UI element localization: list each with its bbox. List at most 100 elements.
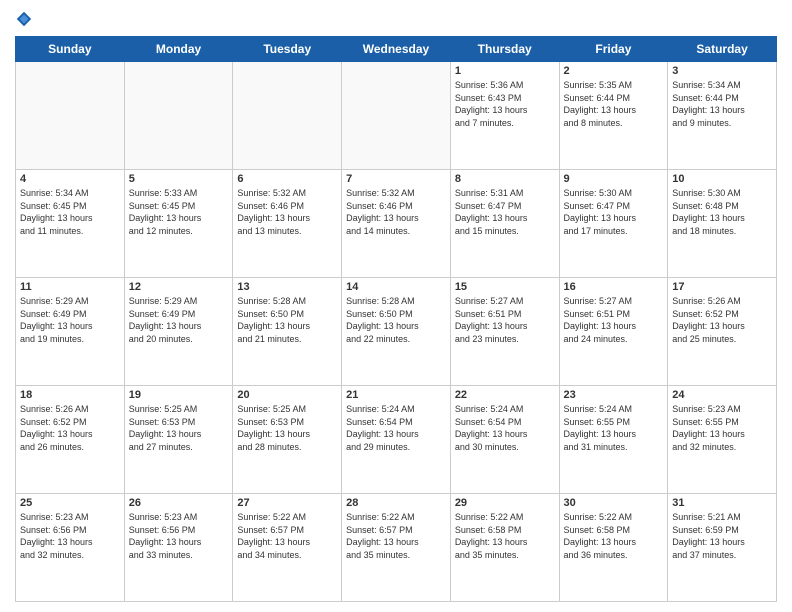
calendar-cell: 17 Sunrise: 5:26 AM Sunset: 6:52 PM Dayli… [668, 278, 777, 386]
weekday-header: Wednesday [342, 37, 451, 62]
calendar-cell: 13 Sunrise: 5:28 AM Sunset: 6:50 PM Dayli… [233, 278, 342, 386]
cell-info: Sunrise: 5:29 AM Sunset: 6:49 PM Dayligh… [129, 295, 229, 345]
day-number: 29 [455, 497, 555, 509]
calendar-cell: 28 Sunrise: 5:22 AM Sunset: 6:57 PM Dayli… [342, 494, 451, 602]
day-number: 22 [455, 389, 555, 401]
calendar-cell: 11Sunrise: 5:29 AM Sunset: 6:49 PM Dayli… [16, 278, 125, 386]
header [15, 10, 777, 28]
cell-info: Sunrise: 5:35 AM Sunset: 6:44 PM Dayligh… [564, 79, 664, 129]
cell-info: Sunrise: 5:22 AM Sunset: 6:58 PM Dayligh… [564, 511, 664, 561]
cell-info: Sunrise: 5:26 AM Sunset: 6:52 PM Dayligh… [672, 295, 772, 345]
page: SundayMondayTuesdayWednesdayThursdayFrid… [0, 0, 792, 612]
cell-info: Sunrise: 5:31 AM Sunset: 6:47 PM Dayligh… [455, 187, 555, 237]
day-number: 5 [129, 173, 229, 185]
day-number: 31 [672, 497, 772, 509]
cell-info: Sunrise: 5:23 AM Sunset: 6:56 PM Dayligh… [129, 511, 229, 561]
day-number: 26 [129, 497, 229, 509]
calendar-cell: 26 Sunrise: 5:23 AM Sunset: 6:56 PM Dayli… [124, 494, 233, 602]
calendar-cell: 10Sunrise: 5:30 AM Sunset: 6:48 PM Dayli… [668, 170, 777, 278]
calendar-cell: 14 Sunrise: 5:28 AM Sunset: 6:50 PM Dayli… [342, 278, 451, 386]
cell-info: Sunrise: 5:36 AM Sunset: 6:43 PM Dayligh… [455, 79, 555, 129]
calendar-cell [16, 62, 125, 170]
day-number: 16 [564, 281, 664, 293]
day-number: 10 [672, 173, 772, 185]
cell-info: Sunrise: 5:34 AM Sunset: 6:45 PM Dayligh… [20, 187, 120, 237]
cell-info: Sunrise: 5:28 AM Sunset: 6:50 PM Dayligh… [237, 295, 337, 345]
day-number: 18 [20, 389, 120, 401]
cell-info: Sunrise: 5:24 AM Sunset: 6:54 PM Dayligh… [455, 403, 555, 453]
day-number: 27 [237, 497, 337, 509]
day-number: 6 [237, 173, 337, 185]
weekday-header: Thursday [450, 37, 559, 62]
cell-info: Sunrise: 5:28 AM Sunset: 6:50 PM Dayligh… [346, 295, 446, 345]
calendar-cell: 18 Sunrise: 5:26 AM Sunset: 6:52 PM Dayli… [16, 386, 125, 494]
calendar-cell: 4 Sunrise: 5:34 AM Sunset: 6:45 PM Daylig… [16, 170, 125, 278]
calendar-cell [124, 62, 233, 170]
calendar-table: SundayMondayTuesdayWednesdayThursdayFrid… [15, 36, 777, 602]
calendar-cell [342, 62, 451, 170]
calendar-cell: 24 Sunrise: 5:23 AM Sunset: 6:55 PM Dayli… [668, 386, 777, 494]
day-number: 23 [564, 389, 664, 401]
calendar-cell: 25Sunrise: 5:23 AM Sunset: 6:56 PM Dayli… [16, 494, 125, 602]
calendar-cell: 8 Sunrise: 5:31 AM Sunset: 6:47 PM Daylig… [450, 170, 559, 278]
weekday-header: Sunday [16, 37, 125, 62]
logo-icon [15, 10, 33, 28]
calendar-cell: 19 Sunrise: 5:25 AM Sunset: 6:53 PM Dayli… [124, 386, 233, 494]
day-number: 21 [346, 389, 446, 401]
cell-info: Sunrise: 5:32 AM Sunset: 6:46 PM Dayligh… [237, 187, 337, 237]
calendar-cell: 2 Sunrise: 5:35 AM Sunset: 6:44 PM Daylig… [559, 62, 668, 170]
cell-info: Sunrise: 5:27 AM Sunset: 6:51 PM Dayligh… [564, 295, 664, 345]
calendar-cell: 15 Sunrise: 5:27 AM Sunset: 6:51 PM Dayli… [450, 278, 559, 386]
day-number: 2 [564, 65, 664, 77]
cell-info: Sunrise: 5:23 AM Sunset: 6:55 PM Dayligh… [672, 403, 772, 453]
weekday-header: Monday [124, 37, 233, 62]
weekday-header: Friday [559, 37, 668, 62]
day-number: 19 [129, 389, 229, 401]
calendar-cell: 29 Sunrise: 5:22 AM Sunset: 6:58 PM Dayli… [450, 494, 559, 602]
day-number: 28 [346, 497, 446, 509]
logo [15, 10, 37, 28]
calendar-cell: 16 Sunrise: 5:27 AM Sunset: 6:51 PM Dayli… [559, 278, 668, 386]
cell-info: Sunrise: 5:25 AM Sunset: 6:53 PM Dayligh… [129, 403, 229, 453]
weekday-header: Saturday [668, 37, 777, 62]
cell-info: Sunrise: 5:22 AM Sunset: 6:57 PM Dayligh… [346, 511, 446, 561]
day-number: 15 [455, 281, 555, 293]
cell-info: Sunrise: 5:25 AM Sunset: 6:53 PM Dayligh… [237, 403, 337, 453]
calendar-cell: 23 Sunrise: 5:24 AM Sunset: 6:55 PM Dayli… [559, 386, 668, 494]
day-number: 20 [237, 389, 337, 401]
day-number: 9 [564, 173, 664, 185]
calendar-cell: 20 Sunrise: 5:25 AM Sunset: 6:53 PM Dayli… [233, 386, 342, 494]
day-number: 8 [455, 173, 555, 185]
calendar-cell: 27 Sunrise: 5:22 AM Sunset: 6:57 PM Dayli… [233, 494, 342, 602]
day-number: 25 [20, 497, 120, 509]
day-number: 3 [672, 65, 772, 77]
cell-info: Sunrise: 5:30 AM Sunset: 6:47 PM Dayligh… [564, 187, 664, 237]
day-number: 30 [564, 497, 664, 509]
weekday-header: Tuesday [233, 37, 342, 62]
calendar-cell: 7Sunrise: 5:32 AM Sunset: 6:46 PM Daylig… [342, 170, 451, 278]
cell-info: Sunrise: 5:22 AM Sunset: 6:57 PM Dayligh… [237, 511, 337, 561]
day-number: 17 [672, 281, 772, 293]
cell-info: Sunrise: 5:24 AM Sunset: 6:55 PM Dayligh… [564, 403, 664, 453]
calendar-cell: 5 Sunrise: 5:33 AM Sunset: 6:45 PM Daylig… [124, 170, 233, 278]
cell-info: Sunrise: 5:29 AM Sunset: 6:49 PM Dayligh… [20, 295, 120, 345]
calendar-cell: 1Sunrise: 5:36 AM Sunset: 6:43 PM Daylig… [450, 62, 559, 170]
cell-info: Sunrise: 5:27 AM Sunset: 6:51 PM Dayligh… [455, 295, 555, 345]
calendar-cell: 31Sunrise: 5:21 AM Sunset: 6:59 PM Dayli… [668, 494, 777, 602]
cell-info: Sunrise: 5:22 AM Sunset: 6:58 PM Dayligh… [455, 511, 555, 561]
calendar-cell: 6 Sunrise: 5:32 AM Sunset: 6:46 PM Daylig… [233, 170, 342, 278]
day-number: 24 [672, 389, 772, 401]
calendar-cell: 9 Sunrise: 5:30 AM Sunset: 6:47 PM Daylig… [559, 170, 668, 278]
calendar-cell: 22 Sunrise: 5:24 AM Sunset: 6:54 PM Dayli… [450, 386, 559, 494]
calendar-cell [233, 62, 342, 170]
calendar-cell: 12Sunrise: 5:29 AM Sunset: 6:49 PM Dayli… [124, 278, 233, 386]
day-number: 13 [237, 281, 337, 293]
day-number: 7 [346, 173, 446, 185]
calendar-cell: 30 Sunrise: 5:22 AM Sunset: 6:58 PM Dayli… [559, 494, 668, 602]
cell-info: Sunrise: 5:26 AM Sunset: 6:52 PM Dayligh… [20, 403, 120, 453]
calendar-cell: 21Sunrise: 5:24 AM Sunset: 6:54 PM Dayli… [342, 386, 451, 494]
day-number: 4 [20, 173, 120, 185]
day-number: 14 [346, 281, 446, 293]
cell-info: Sunrise: 5:34 AM Sunset: 6:44 PM Dayligh… [672, 79, 772, 129]
cell-info: Sunrise: 5:33 AM Sunset: 6:45 PM Dayligh… [129, 187, 229, 237]
